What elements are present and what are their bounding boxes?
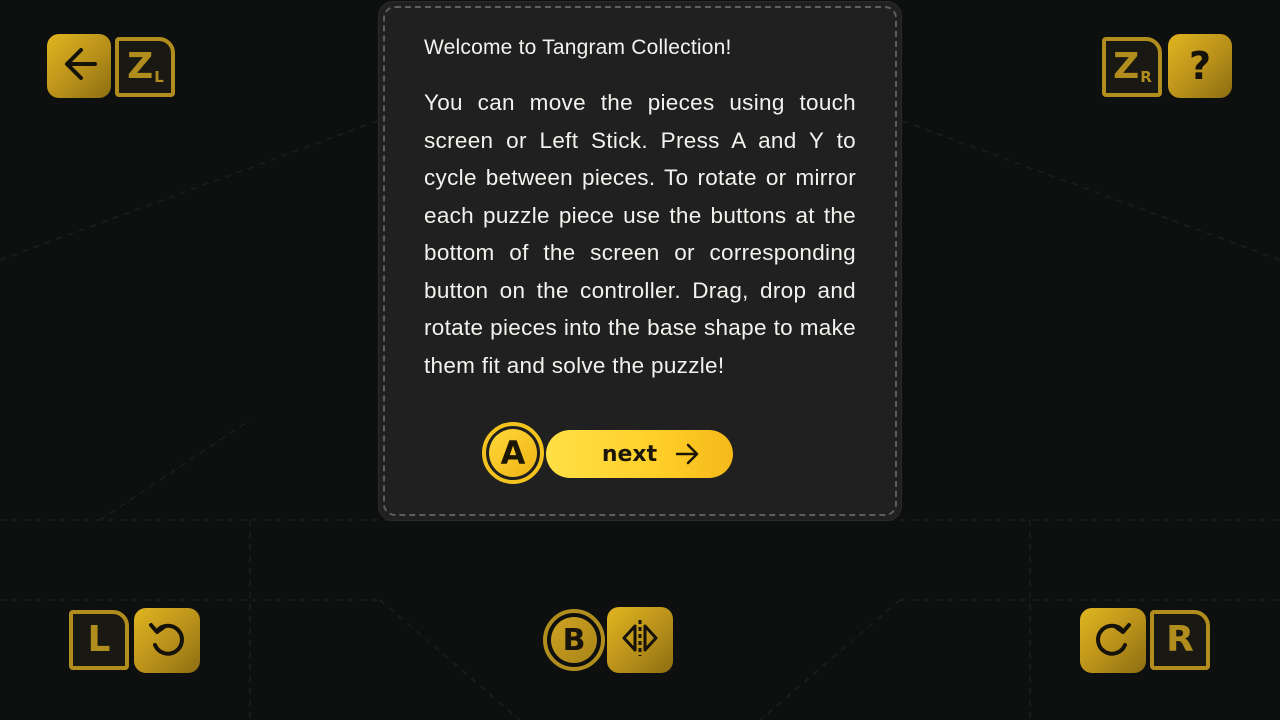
a-key-label: A [500,434,526,472]
r-key-hint: R [1150,610,1210,670]
a-key-hint: A [482,422,544,484]
next-label: next [601,441,658,467]
b-key-label: B [562,622,586,658]
b-key-hint: B [543,609,605,671]
help-button[interactable]: ? [1168,34,1232,98]
dialog-title: Welcome to Tangram Collection! [424,36,732,59]
rotate-left-icon [145,617,189,665]
back-button[interactable] [47,34,111,98]
next-button[interactable]: next [546,430,733,478]
arrow-left-icon [59,44,99,88]
rotate-right-icon [1091,617,1135,665]
mirror-icon [618,616,662,664]
zr-key-main: Z [1113,46,1140,87]
rotate-right-button[interactable] [1080,608,1146,673]
zl-key-sub: L [154,68,164,86]
l-key-label: L [87,619,111,660]
l-key-hint: L [69,610,129,670]
mirror-button[interactable] [607,607,673,673]
zl-key-main: Z [127,46,154,87]
zr-key-sub: R [1140,68,1152,86]
zl-key-hint: ZL [115,37,175,97]
r-key-label: R [1166,619,1194,660]
dialog-body: You can move the pieces using touch scre… [424,90,856,378]
help-label: ? [1188,44,1212,88]
rotate-left-button[interactable] [134,608,200,673]
zr-key-hint: ZR [1102,37,1162,97]
welcome-dialog: Welcome to Tangram Collection! You can m… [379,2,901,520]
arrow-right-icon [673,442,701,466]
